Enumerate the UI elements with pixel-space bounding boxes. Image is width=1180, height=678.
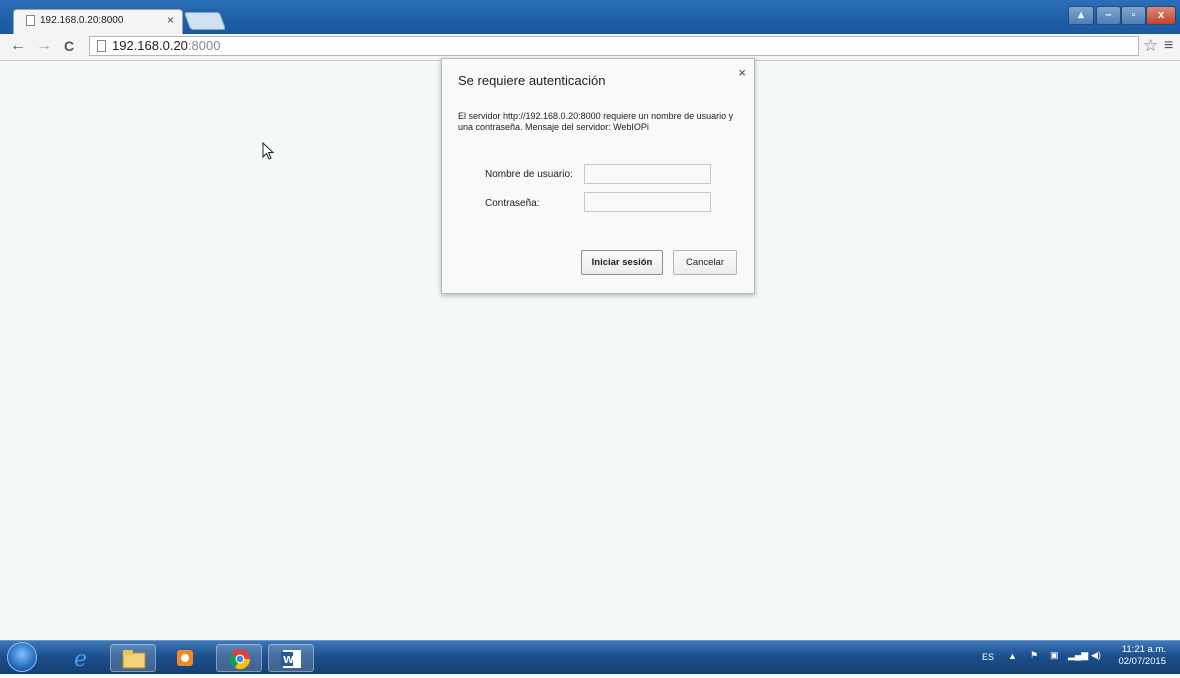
close-window-button[interactable]: x xyxy=(1146,6,1176,25)
signal-icon[interactable]: ▂▄▆ xyxy=(1068,650,1088,661)
system-clock[interactable]: 11:21 a.m. 02/07/2015 xyxy=(1118,644,1166,668)
action-center-icon[interactable]: ⚑ xyxy=(1030,650,1038,661)
dialog-message: El servidor http://192.168.0.20:8000 req… xyxy=(458,111,734,132)
forward-icon[interactable]: → xyxy=(36,37,52,55)
network-icon[interactable]: ▣ xyxy=(1050,650,1059,661)
url-host: 192.168.0.20 xyxy=(112,38,188,53)
restore-button[interactable]: ▫ xyxy=(1121,6,1146,25)
tab-close-icon[interactable]: × xyxy=(167,13,174,27)
url-text: 192.168.0.20:8000 xyxy=(112,38,220,53)
chrome-icon[interactable] xyxy=(216,644,262,672)
login-button[interactable]: Iniciar sesión xyxy=(581,250,663,275)
svg-text:W: W xyxy=(283,655,294,666)
reload-icon[interactable]: C xyxy=(64,38,74,54)
username-label: Nombre de usuario: xyxy=(485,169,573,180)
show-hidden-icons-icon[interactable]: ▲ xyxy=(1008,651,1017,661)
volume-icon[interactable]: ◀) xyxy=(1091,650,1101,661)
taskbar: e W ES ▲ ⚑ ▣ ▂▄▆ ◀) 11:21 a.m. 02/07/201… xyxy=(0,640,1180,674)
language-indicator[interactable]: ES xyxy=(982,652,994,662)
page-icon xyxy=(26,15,35,26)
username-field[interactable] xyxy=(584,164,711,184)
auth-dialog: Se requiere autenticación × El servidor … xyxy=(441,58,755,294)
browser-tab[interactable]: 192.168.0.20:8000 × xyxy=(13,9,183,34)
browser-titlebar: 192.168.0.20:8000 × ▴ – ▫ x xyxy=(0,0,1180,34)
internet-explorer-icon[interactable]: e xyxy=(60,644,106,672)
mouse-cursor-icon xyxy=(262,142,275,160)
start-button[interactable] xyxy=(7,642,37,672)
page-icon xyxy=(97,40,106,52)
password-field[interactable] xyxy=(584,192,711,212)
dialog-close-icon[interactable]: × xyxy=(738,65,746,80)
new-tab-button[interactable] xyxy=(183,12,227,30)
dialog-title: Se requiere autenticación xyxy=(458,73,606,88)
url-port: :8000 xyxy=(187,38,221,53)
menu-icon[interactable]: ≡ xyxy=(1164,37,1173,55)
file-explorer-icon[interactable] xyxy=(110,644,156,672)
clock-time: 11:21 a.m. xyxy=(1121,644,1166,655)
bookmark-star-icon[interactable]: ☆ xyxy=(1143,36,1158,56)
clock-date: 02/07/2015 xyxy=(1118,656,1166,667)
back-icon[interactable]: ← xyxy=(10,37,26,55)
media-player-icon[interactable] xyxy=(162,644,208,672)
svg-text:e: e xyxy=(74,647,87,672)
address-bar[interactable]: 192.168.0.20:8000 xyxy=(89,36,1139,56)
tab-title: 192.168.0.20:8000 xyxy=(40,15,124,26)
minimize-button[interactable]: – xyxy=(1096,6,1121,25)
user-icon: ▴ xyxy=(1078,9,1084,21)
cancel-button[interactable]: Cancelar xyxy=(673,250,737,275)
account-button[interactable]: ▴ xyxy=(1068,6,1094,25)
word-icon[interactable]: W xyxy=(268,644,314,672)
password-label: Contraseña: xyxy=(485,198,540,209)
